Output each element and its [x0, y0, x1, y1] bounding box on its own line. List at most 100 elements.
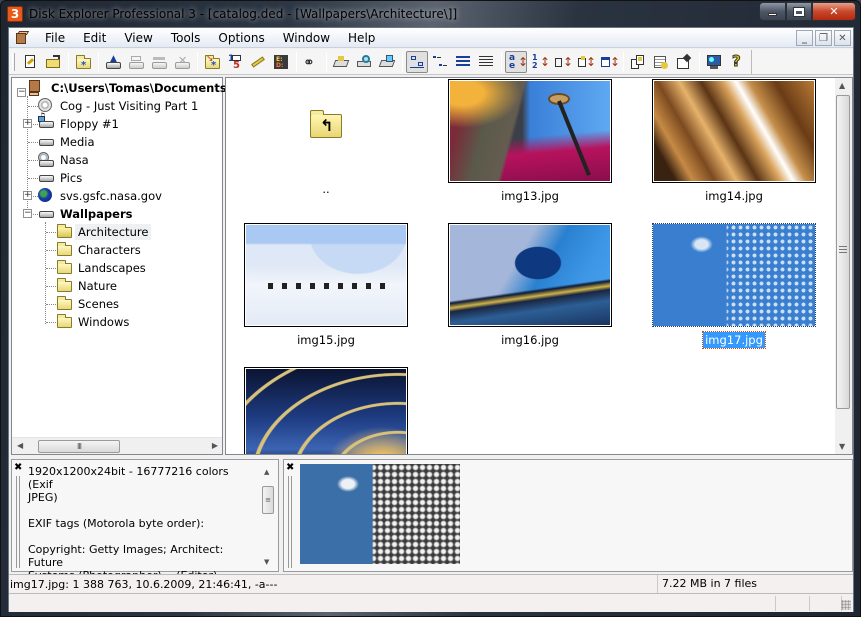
mdi-minimize-button[interactable]: _	[796, 30, 813, 46]
scroll-right-icon[interactable]: ▶	[212, 441, 218, 450]
panel-grip[interactable]	[16, 476, 20, 568]
thumbnail-frame	[652, 223, 816, 327]
minimize-button[interactable]	[759, 2, 786, 21]
close-panel-icon[interactable]: ✖	[286, 462, 294, 473]
status-summary: 7.22 MB in 7 files	[657, 575, 757, 593]
thumbnail-item[interactable]: img14.jpg	[652, 79, 816, 203]
scrollbar-thumb[interactable]	[836, 95, 850, 409]
print-preview-button[interactable]	[353, 51, 375, 73]
catalog-document-icon[interactable]	[14, 30, 30, 46]
details-view-button[interactable]	[475, 51, 497, 73]
connect-button[interactable]	[703, 51, 725, 73]
scroll-down-icon[interactable]: ▼	[264, 558, 269, 566]
close-panel-icon[interactable]: ✖	[14, 462, 22, 473]
add-folder-button[interactable]: ↘ *	[201, 51, 223, 73]
scrollbar-thumb[interactable]: III	[38, 440, 120, 453]
parent-folder-item[interactable]: ↰ ..	[244, 78, 408, 196]
delete-disk-button[interactable]: ✕	[171, 51, 193, 73]
list-view-button[interactable]	[452, 51, 474, 73]
new-folder-button[interactable]: *	[72, 51, 94, 73]
help-button[interactable]: ?	[726, 51, 748, 73]
disk-info-button[interactable]: 15	[224, 51, 246, 73]
find-button[interactable]: ⚭	[300, 51, 322, 73]
menu-options[interactable]: Options	[209, 28, 273, 48]
tree-item[interactable]: Floppy #1	[38, 115, 122, 133]
scrollbar-thumb[interactable]: ≡	[262, 486, 274, 514]
menu-edit[interactable]: Edit	[74, 28, 115, 48]
thumbnail-item[interactable]: img16.jpg	[448, 223, 612, 347]
tree-folder-scenes[interactable]: Scenes	[56, 295, 122, 313]
print-setup-button[interactable]	[376, 51, 398, 73]
minimize-icon: _	[802, 32, 807, 44]
thumbnail-frame	[448, 79, 612, 183]
sort-by-name-button[interactable]: a e ↕	[505, 50, 528, 73]
tree-item[interactable]: svs.gsfc.nasa.gov	[38, 187, 165, 205]
tree-item-label: Wallpapers	[60, 207, 133, 221]
tree-horizontal-scrollbar[interactable]: ◀ III ▶	[12, 437, 222, 454]
sort-by-date-button[interactable]: ↕	[597, 51, 620, 73]
settings-button[interactable]	[673, 51, 695, 73]
collapse-icon[interactable]: −	[17, 87, 26, 97]
scan-disk-button[interactable]	[125, 51, 147, 73]
sort-by-ext-button[interactable]: ↕	[574, 51, 596, 73]
eject-disk-button[interactable]: ▲	[102, 51, 124, 73]
drive-icon	[38, 134, 54, 150]
tree-folder-architecture[interactable]: Architecture	[56, 223, 152, 241]
scroll-down-icon[interactable]: ▼	[839, 442, 845, 451]
info-vertical-scrollbar[interactable]: ▲ ≡ ▼	[261, 464, 276, 568]
drive-icon	[38, 206, 54, 222]
tree-folder-windows[interactable]: Windows	[56, 313, 132, 331]
menu-file[interactable]: File	[36, 28, 74, 48]
title-bar[interactable]: 3 Disk Explorer Professional 3 - [catalo…	[1, 1, 860, 27]
panel-grip[interactable]	[288, 476, 292, 568]
properties-button[interactable]	[650, 51, 672, 73]
scroll-up-icon[interactable]: ▲	[264, 468, 269, 476]
thumbnail-view[interactable]: ↰ .. img13.jpg img14.jpg img15.jpg img16.jp…	[225, 77, 853, 455]
mdi-close-button[interactable]: ✕	[834, 30, 851, 46]
resize-grip[interactable]	[841, 600, 851, 610]
menu-view[interactable]: View	[115, 28, 161, 48]
tree-root[interactable]: − C:\Users\Tomas\Documents\D	[16, 79, 243, 97]
copy-button[interactable]	[627, 51, 649, 73]
status-cell	[809, 596, 810, 611]
view-vertical-scrollbar[interactable]: ▲ ▼	[835, 78, 852, 454]
tree-folder-nature[interactable]: Nature	[56, 277, 120, 295]
menu-window[interactable]: Window	[274, 28, 339, 48]
print-button[interactable]	[330, 51, 352, 73]
menu-help[interactable]: Help	[339, 28, 384, 48]
tree-item[interactable]: Nasa	[38, 151, 92, 169]
tree-folder-characters[interactable]: Characters	[56, 241, 144, 259]
thumbnail-item[interactable]: img13.jpg	[448, 79, 612, 203]
scroll-up-icon[interactable]: ▲	[839, 81, 845, 90]
expand-icon[interactable]: +	[23, 119, 32, 128]
menu-tools[interactable]: Tools	[162, 28, 210, 48]
scan-disk-icon	[128, 54, 144, 70]
toolbar-grip[interactable]	[12, 52, 15, 71]
large-icons-view-button[interactable]	[406, 50, 428, 73]
expand-icon[interactable]: +	[23, 191, 32, 200]
audio-cd-icon: ♫	[38, 98, 54, 122]
thumbnail-item[interactable]: img15.jpg	[244, 223, 408, 347]
tree-item[interactable]: Wallpapers	[38, 205, 135, 223]
rename-drives-button[interactable]: E: D:	[270, 51, 292, 73]
tree-item[interactable]: ♫ Cog - Just Visiting Part 1	[38, 97, 201, 122]
new-catalog-button[interactable]	[19, 51, 41, 73]
sort-by-type-button[interactable]: ↕	[551, 51, 573, 73]
tree-item[interactable]: Pics	[38, 169, 85, 187]
tree-folder-landscapes[interactable]: Landscapes	[56, 259, 149, 277]
scroll-left-icon[interactable]: ◀	[17, 441, 23, 450]
tree-item[interactable]: Media	[38, 133, 98, 151]
close-button[interactable]: ✕	[812, 2, 856, 21]
collapse-icon[interactable]: −	[23, 209, 32, 218]
edit-button[interactable]	[247, 51, 269, 73]
open-catalog-button[interactable]	[42, 51, 64, 73]
maximize-button[interactable]	[786, 2, 812, 21]
update-disk-button[interactable]	[148, 51, 170, 73]
sort-by-size-button[interactable]: 1 2 ↕	[528, 51, 550, 73]
catalog-tree[interactable]: − C:\Users\Tomas\Documents\D ♫ Cog - Just…	[11, 77, 240, 455]
app-icon[interactable]: 3	[7, 6, 23, 22]
mdi-restore-button[interactable]: ❐	[815, 30, 832, 46]
thumbnail-item[interactable]: img17.jpg	[652, 223, 816, 349]
thumbnail-item[interactable]: img18.jpg	[244, 367, 408, 454]
small-icons-view-button[interactable]	[429, 51, 451, 73]
